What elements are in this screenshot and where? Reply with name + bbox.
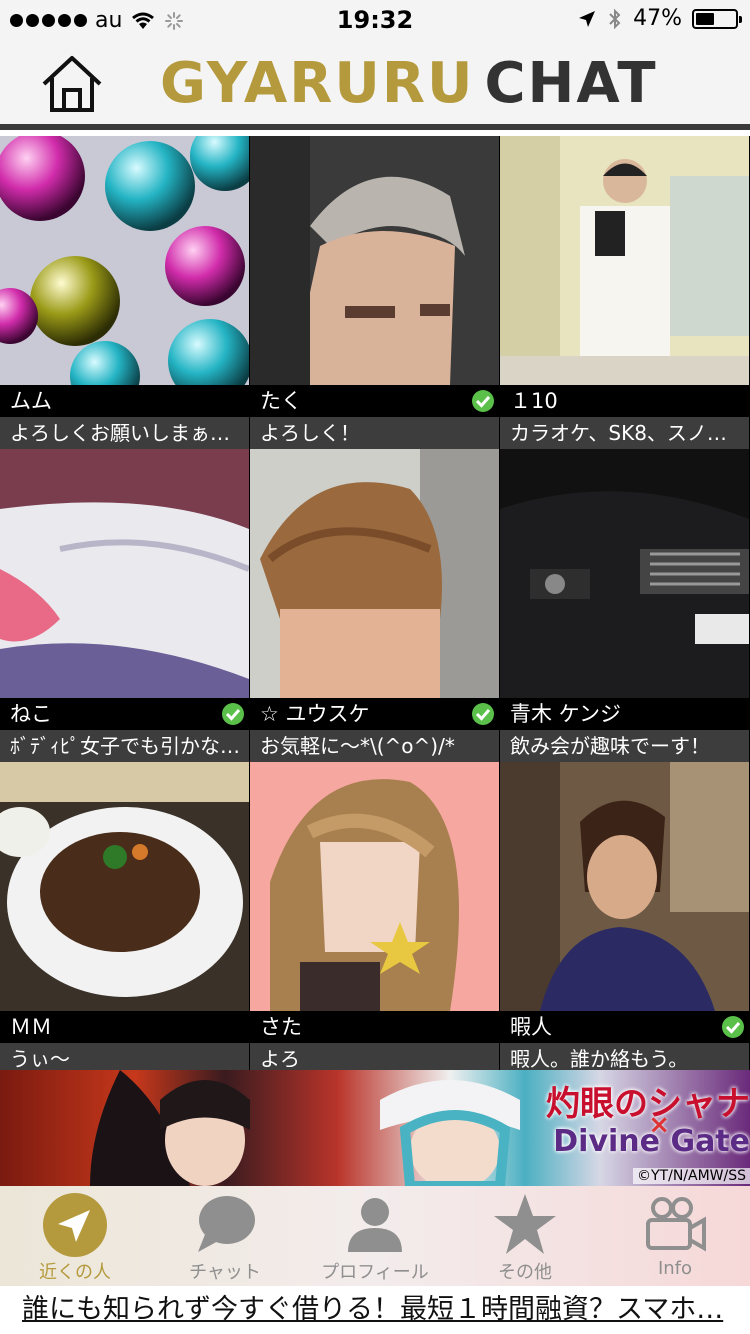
tab-other[interactable]: その他 xyxy=(450,1186,600,1286)
user-message: カラオケ、SK8、スノ… xyxy=(500,417,749,449)
user-message: お気軽に〜*\(^o^)/* xyxy=(250,730,499,762)
tab-profile[interactable]: プロフィール xyxy=(300,1186,450,1286)
user-photo xyxy=(0,136,249,385)
app-header: GYARURU CHAT xyxy=(0,40,750,130)
verified-check-icon xyxy=(222,703,244,725)
user-message: 飲み会が趣味でーす！ xyxy=(500,730,749,762)
user-photo xyxy=(500,762,749,1011)
user-name: 暇人 xyxy=(500,1011,749,1043)
user-name: １10 xyxy=(500,385,749,417)
tab-info[interactable]: Info xyxy=(600,1186,750,1286)
user-photo xyxy=(250,762,499,1011)
logo-text-gyaruru: GYARURU xyxy=(160,51,475,116)
verified-check-icon xyxy=(472,390,494,412)
tab-nearby[interactable]: 近くの人 xyxy=(0,1186,150,1286)
user-photo xyxy=(500,449,749,698)
tab-label: Info xyxy=(657,1258,693,1279)
user-card[interactable]: さた よろ xyxy=(250,762,499,1070)
location-arrow-icon xyxy=(43,1193,107,1257)
logo-text-chat: CHAT xyxy=(484,51,658,116)
user-card[interactable]: 青木 ケンジ 飲み会が趣味でーす！ xyxy=(500,449,749,762)
video-camera-icon xyxy=(646,1197,706,1252)
user-photo xyxy=(250,136,499,385)
tab-bar: 近くの人 チャット プロフィール その他 Info xyxy=(0,1186,750,1286)
tab-label: プロフィール xyxy=(321,1262,429,1283)
user-card[interactable]: １10 カラオケ、SK8、スノ… xyxy=(500,136,749,449)
star-icon xyxy=(494,1194,556,1254)
user-card[interactable]: ＭＭ うぃ〜 xyxy=(0,762,249,1070)
user-message: よろしくお願いしまぁ… xyxy=(0,417,249,449)
status-bar: au 19:32 47% xyxy=(0,0,750,40)
user-name: さた xyxy=(250,1011,499,1043)
status-right: 47% xyxy=(577,6,742,31)
tab-chat[interactable]: チャット xyxy=(150,1186,300,1286)
person-icon xyxy=(348,1198,402,1252)
tab-label: その他 xyxy=(498,1262,552,1283)
home-button[interactable] xyxy=(40,52,104,116)
user-card[interactable]: ねこ ﾎﾞﾃﾞｨﾋﾟ女子でも引かな… xyxy=(0,449,249,762)
verified-check-icon xyxy=(472,703,494,725)
user-photo xyxy=(500,136,749,385)
ad-banner[interactable]: 灼眼のシャナ × Divine Gate ©YT/N/AMW/SS xyxy=(0,1070,750,1186)
app-logo: GYARURU CHAT xyxy=(160,52,658,116)
user-photo xyxy=(0,449,249,698)
battery-percent: 47% xyxy=(633,6,682,31)
tab-label: 近くの人 xyxy=(39,1262,111,1283)
user-message: よろ xyxy=(250,1043,499,1070)
bottom-ad-link[interactable]: 誰にも知られず今すぐ借りる！最短１時間融資？スマホ… xyxy=(0,1286,750,1334)
user-message: 暇人。誰か絡もう。 xyxy=(500,1043,749,1070)
user-photo xyxy=(250,449,499,698)
user-card[interactable]: ☆ ユウスケ お気軽に〜*\(^o^)/* xyxy=(250,449,499,762)
user-message: うぃ〜 xyxy=(0,1043,249,1070)
ad-copyright: ©YT/N/AMW/SS xyxy=(633,1168,750,1184)
bottom-ad-text: 誰にも知られず今すぐ借りる！最短１時間融資？スマホ… xyxy=(22,1294,724,1325)
user-name: ＭＭ xyxy=(0,1011,249,1043)
user-name: たく xyxy=(250,385,499,417)
chat-bubble-icon xyxy=(198,1196,255,1252)
user-message: よろしく！ xyxy=(250,417,499,449)
user-name: ☆ ユウスケ xyxy=(250,698,499,730)
user-message: ﾎﾞﾃﾞｨﾋﾟ女子でも引かな… xyxy=(0,730,249,762)
user-card[interactable]: 暇人 暇人。誰か絡もう。 xyxy=(500,762,749,1070)
home-icon xyxy=(42,56,102,112)
user-card[interactable]: たく よろしく！ xyxy=(250,136,499,449)
bluetooth-icon xyxy=(609,8,621,29)
location-services-icon xyxy=(579,10,596,27)
user-name: ムム xyxy=(0,385,249,417)
verified-check-icon xyxy=(722,1016,744,1038)
user-name: 青木 ケンジ xyxy=(500,698,749,730)
user-name: ねこ xyxy=(0,698,249,730)
tab-label: チャット xyxy=(189,1262,261,1283)
battery-icon xyxy=(692,8,742,29)
user-photo xyxy=(0,762,249,1011)
ad-subtitle: Divine Gate xyxy=(553,1124,750,1159)
user-card[interactable]: ムム よろしくお願いしまぁ… xyxy=(0,136,249,449)
nearby-users-grid: ムム よろしくお願いしまぁ… たく よろしく！ １10 カラオケ、SK8、スノ… xyxy=(0,136,750,1070)
